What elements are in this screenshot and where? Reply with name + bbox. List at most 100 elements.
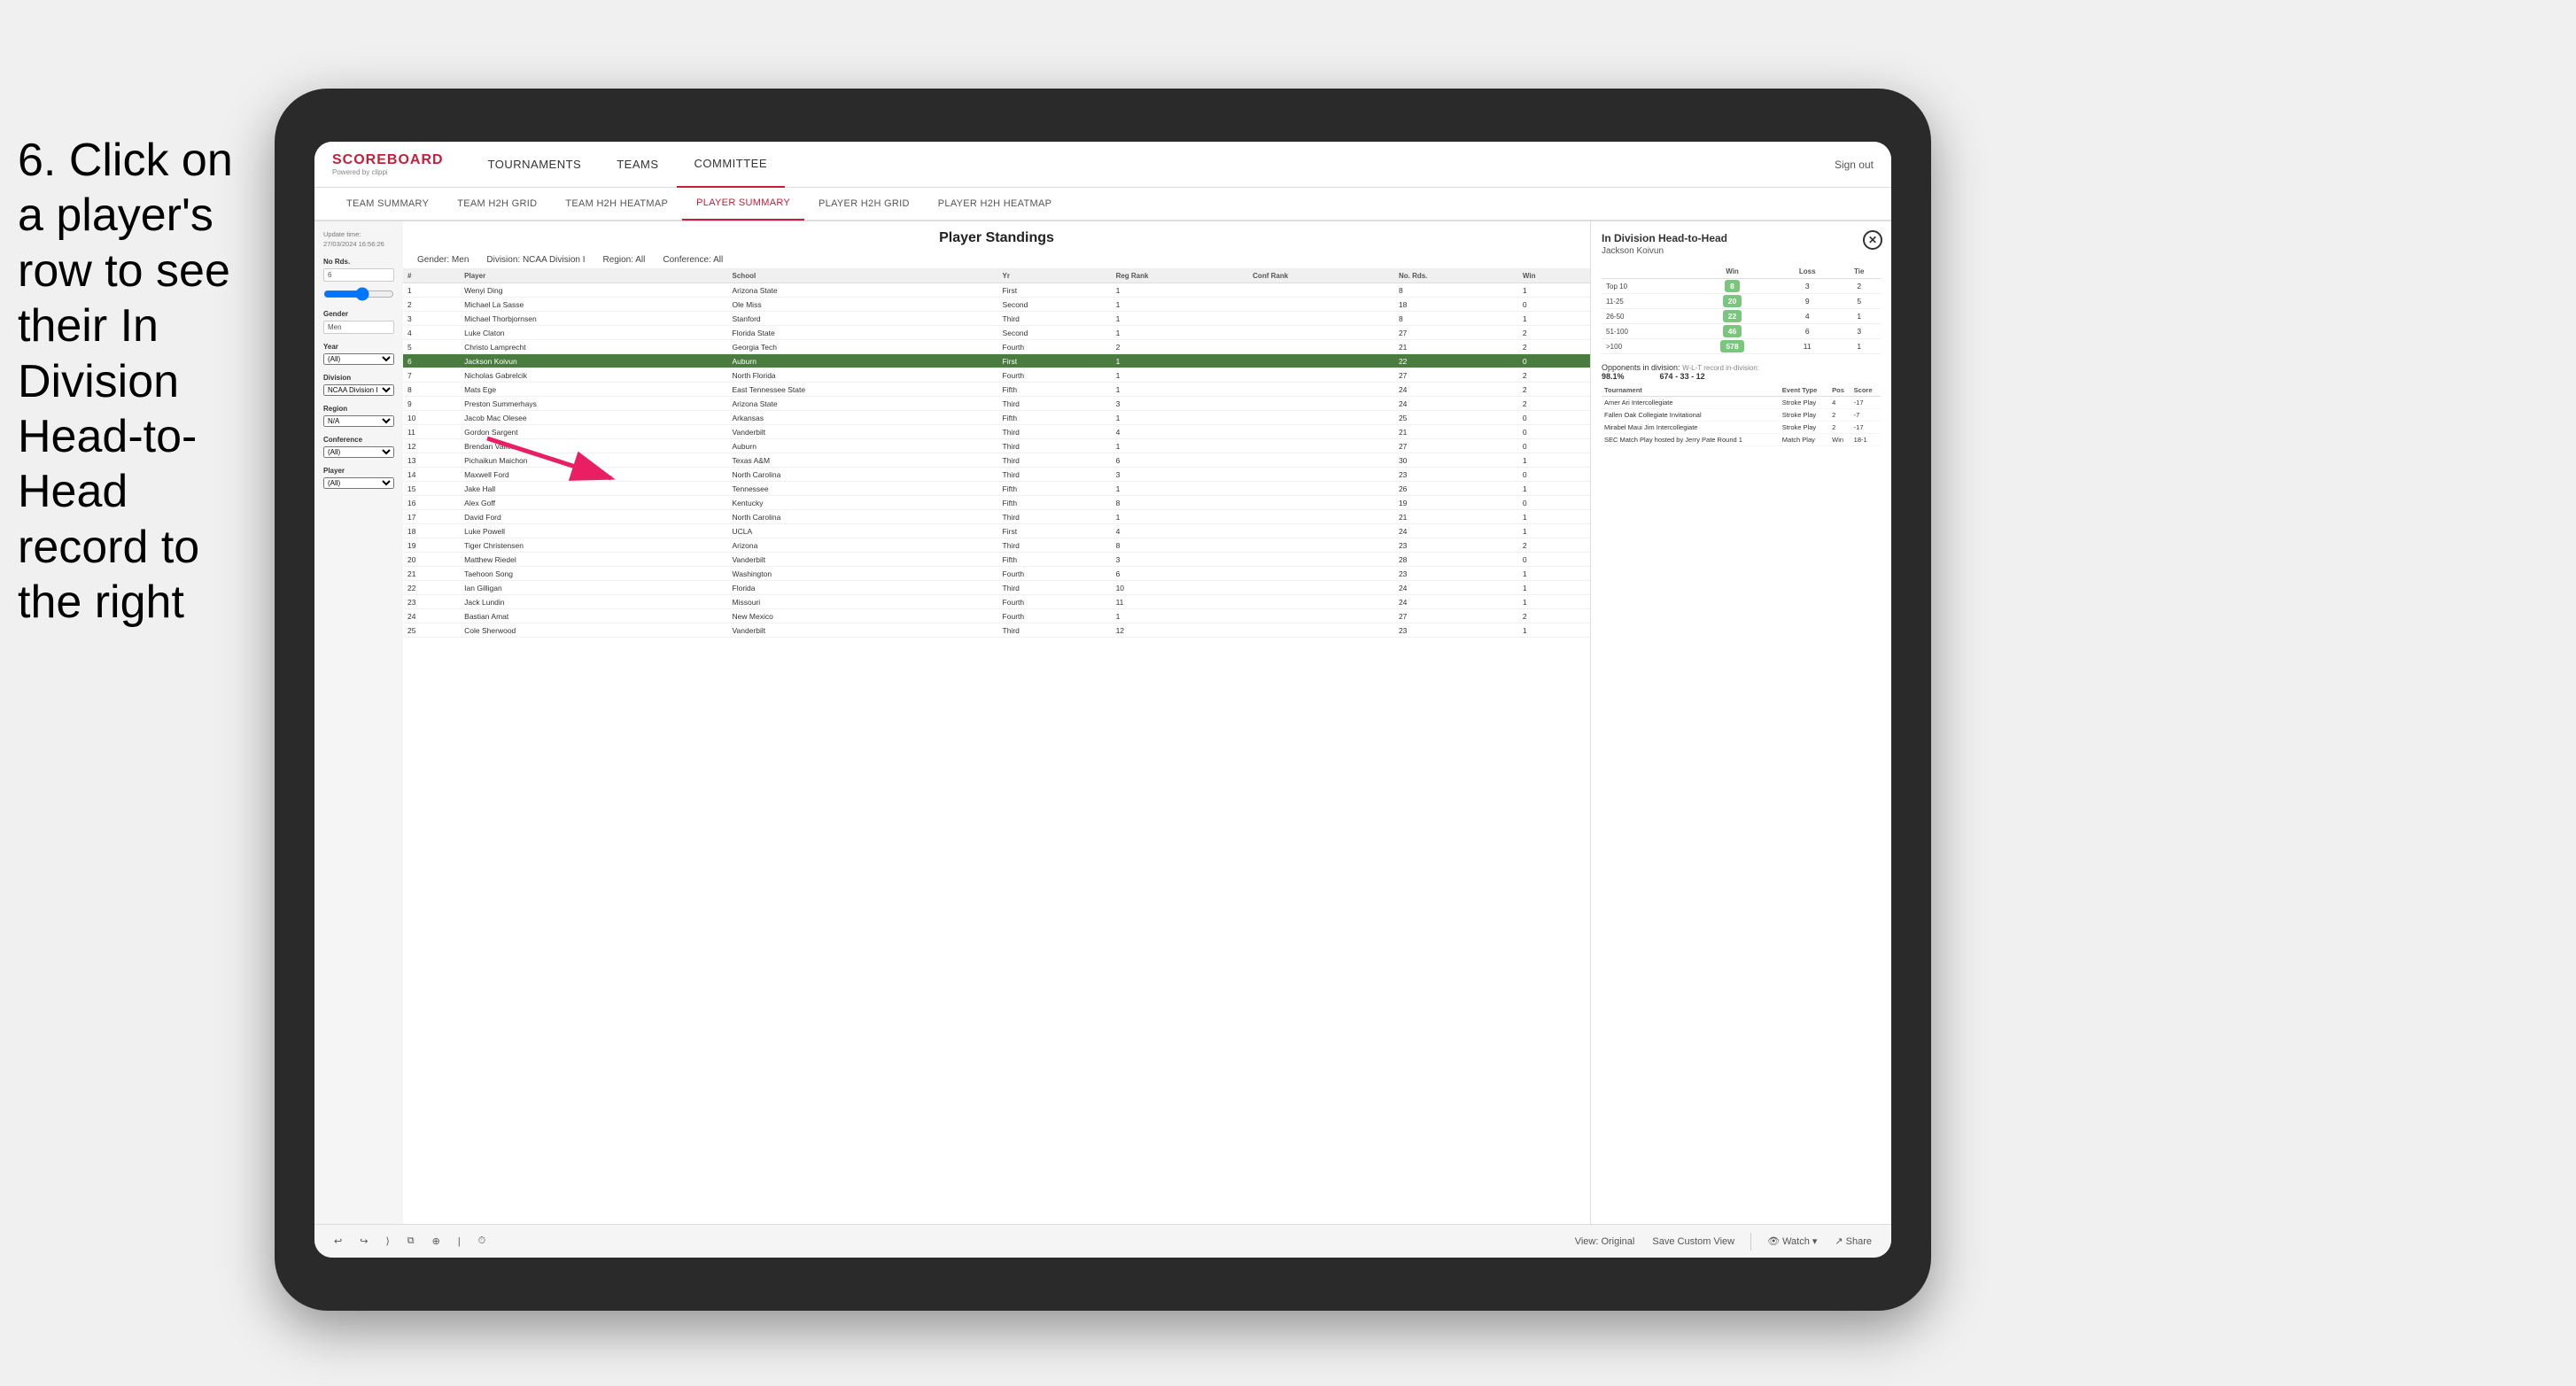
conference-select[interactable]: (All) xyxy=(323,446,394,458)
nav-committee[interactable]: COMMITTEE xyxy=(677,142,786,188)
tournament-pos: 2 xyxy=(1829,409,1851,422)
cell-player: Matthew Riedel xyxy=(460,553,727,567)
h2h-row: 11-25 20 9 5 xyxy=(1602,294,1881,309)
tournament-row[interactable]: SEC Match Play hosted by Jerry Pate Roun… xyxy=(1602,434,1881,446)
table-row[interactable]: 3 Michael Thorbjornsen Stanford Third 1 … xyxy=(403,312,1590,326)
cell-conf-rank xyxy=(1248,468,1394,482)
clock-button[interactable]: ⏱ xyxy=(473,1233,492,1250)
table-row[interactable]: 23 Jack Lundin Missouri Fourth 11 24 1 xyxy=(403,595,1590,609)
redo-button[interactable]: ↪ xyxy=(354,1233,373,1250)
sub-nav-team-h2h-grid[interactable]: TEAM H2H GRID xyxy=(443,187,551,221)
cell-reg-rank: 10 xyxy=(1112,581,1249,595)
table-row[interactable]: 25 Cole Sherwood Vanderbilt Third 12 23 … xyxy=(403,623,1590,638)
table-row[interactable]: 21 Taehoon Song Washington Fourth 6 23 1 xyxy=(403,567,1590,581)
cell-school: Kentucky xyxy=(728,496,998,510)
table-row[interactable]: 22 Ian Gilligan Florida Third 10 24 1 xyxy=(403,581,1590,595)
division-select[interactable]: NCAA Division I xyxy=(323,384,394,396)
cell-win: 0 xyxy=(1518,439,1590,453)
cell-rank: 16 xyxy=(403,496,460,510)
table-row[interactable]: 12 Brendan Valles Auburn Third 1 27 0 xyxy=(403,439,1590,453)
cell-yr: Third xyxy=(998,312,1112,326)
table-row[interactable]: 7 Nicholas Gabrelcik North Florida Fourt… xyxy=(403,368,1590,383)
table-row[interactable]: 13 Pichaikun Maichon Texas A&M Third 6 3… xyxy=(403,453,1590,468)
year-select[interactable]: (All) xyxy=(323,353,394,365)
cell-yr: Second xyxy=(998,298,1112,312)
cell-win: 0 xyxy=(1518,425,1590,439)
nav-teams[interactable]: TEAMS xyxy=(599,142,676,188)
paste-button[interactable]: ⊕ xyxy=(427,1233,446,1250)
h2h-col-loss: Loss xyxy=(1777,265,1838,279)
cell-yr: First xyxy=(998,283,1112,298)
nav-tournaments[interactable]: TOURNAMENTS xyxy=(470,142,600,188)
close-button[interactable]: ✕ xyxy=(1863,230,1882,250)
cell-player: Ian Gilligan xyxy=(460,581,727,595)
cell-yr: Fourth xyxy=(998,340,1112,354)
cell-school: East Tennessee State xyxy=(728,383,998,397)
gender-section: Gender Men xyxy=(323,310,394,334)
h2h-label: 11-25 xyxy=(1602,294,1688,309)
sub-nav-player-h2h-heatmap[interactable]: PLAYER H2H HEATMAP xyxy=(924,187,1066,221)
h2h-col-win: Win xyxy=(1688,265,1777,279)
tournament-row[interactable]: Mirabel Maui Jim Intercollegiate Stroke … xyxy=(1602,422,1881,434)
table-row[interactable]: 11 Gordon Sargent Vanderbilt Third 4 21 … xyxy=(403,425,1590,439)
copy-button[interactable]: ⧉ xyxy=(402,1233,420,1250)
sign-out-button[interactable]: Sign out xyxy=(1835,159,1874,171)
cell-reg-rank: 1 xyxy=(1112,439,1249,453)
share-button[interactable]: ↗ Share xyxy=(1829,1233,1877,1250)
cell-player: Tiger Christensen xyxy=(460,538,727,553)
cell-win: 2 xyxy=(1518,340,1590,354)
save-custom-button[interactable]: Save Custom View xyxy=(1647,1234,1740,1250)
table-row[interactable]: 24 Bastian Amat New Mexico Fourth 1 27 2 xyxy=(403,609,1590,623)
cell-yr: Fifth xyxy=(998,496,1112,510)
table-row[interactable]: 18 Luke Powell UCLA First 4 24 1 xyxy=(403,524,1590,538)
watch-button[interactable]: 👁 Watch ▾ xyxy=(1762,1233,1822,1250)
table-row[interactable]: 19 Tiger Christensen Arizona Third 8 23 … xyxy=(403,538,1590,553)
table-row[interactable]: 20 Matthew Riedel Vanderbilt Fifth 3 28 … xyxy=(403,553,1590,567)
cell-reg-rank: 1 xyxy=(1112,609,1249,623)
tournament-name: Fallen Oak Collegiate Invitational xyxy=(1602,409,1780,422)
wlt-row: 98.1% 674 - 33 - 12 xyxy=(1602,372,1881,381)
player-select[interactable]: (All) xyxy=(323,477,394,489)
cell-no-rds: 8 xyxy=(1394,312,1518,326)
cell-school: Auburn xyxy=(728,439,998,453)
conference-section: Conference (All) xyxy=(323,436,394,458)
cell-reg-rank: 8 xyxy=(1112,496,1249,510)
table-row[interactable]: 6 Jackson Koivun Auburn First 1 22 0 xyxy=(403,354,1590,368)
view-original-button[interactable]: View: Original xyxy=(1570,1234,1641,1250)
sub-nav-team-summary[interactable]: TEAM SUMMARY xyxy=(332,187,443,221)
tournament-row[interactable]: Fallen Oak Collegiate Invitational Strok… xyxy=(1602,409,1881,422)
cell-rank: 12 xyxy=(403,439,460,453)
table-row[interactable]: 1 Wenyi Ding Arizona State First 1 8 1 xyxy=(403,283,1590,298)
table-row[interactable]: 14 Maxwell Ford North Carolina Third 3 2… xyxy=(403,468,1590,482)
cell-win: 1 xyxy=(1518,623,1590,638)
table-row[interactable]: 2 Michael La Sasse Ole Miss Second 1 18 … xyxy=(403,298,1590,312)
h2h-tie: 1 xyxy=(1838,339,1882,354)
table-row[interactable]: 5 Christo Lamprecht Georgia Tech Fourth … xyxy=(403,340,1590,354)
no-rds-value: 6 xyxy=(323,268,394,282)
forward-button[interactable]: ⟩ xyxy=(380,1233,394,1250)
h2h-row: 26-50 22 4 1 xyxy=(1602,309,1881,324)
table-row[interactable]: 8 Mats Ege East Tennessee State Fifth 1 … xyxy=(403,383,1590,397)
cell-no-rds: 27 xyxy=(1394,609,1518,623)
cell-no-rds: 23 xyxy=(1394,538,1518,553)
sub-nav-player-summary[interactable]: PLAYER SUMMARY xyxy=(682,187,804,221)
no-rds-slider[interactable] xyxy=(323,287,394,301)
table-row[interactable]: 15 Jake Hall Tennessee Fifth 1 26 1 xyxy=(403,482,1590,496)
table-row[interactable]: 9 Preston Summerhays Arizona State Third… xyxy=(403,397,1590,411)
undo-button[interactable]: ↩ xyxy=(329,1233,347,1250)
region-select[interactable]: N/A xyxy=(323,415,394,427)
cell-conf-rank xyxy=(1248,453,1394,468)
table-row[interactable]: 10 Jacob Mac Olesee Arkansas Fifth 1 25 … xyxy=(403,411,1590,425)
sub-nav-team-h2h-heatmap[interactable]: TEAM H2H HEATMAP xyxy=(551,187,682,221)
table-row[interactable]: 17 David Ford North Carolina Third 1 21 … xyxy=(403,510,1590,524)
sub-nav-player-h2h-grid[interactable]: PLAYER H2H GRID xyxy=(804,187,924,221)
col-rank: # xyxy=(403,269,460,283)
cell-conf-rank xyxy=(1248,524,1394,538)
table-row[interactable]: 16 Alex Goff Kentucky Fifth 8 19 0 xyxy=(403,496,1590,510)
table-row[interactable]: 4 Luke Claton Florida State Second 1 27 … xyxy=(403,326,1590,340)
cell-player: Jack Lundin xyxy=(460,595,727,609)
cell-conf-rank xyxy=(1248,312,1394,326)
tournament-row[interactable]: Amer Ari Intercollegiate Stroke Play 4 -… xyxy=(1602,397,1881,409)
filter-gender: Gender: Men xyxy=(417,255,469,265)
cell-win: 1 xyxy=(1518,312,1590,326)
